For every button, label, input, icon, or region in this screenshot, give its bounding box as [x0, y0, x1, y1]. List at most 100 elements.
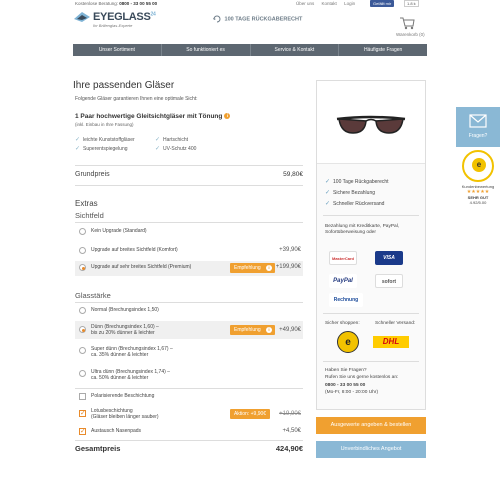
option-price: +49,90€: [279, 327, 301, 333]
logo-icon: [74, 12, 90, 22]
option-price: +199,90€: [275, 264, 301, 270]
checkbox[interactable]: [79, 393, 86, 400]
feature-item: ✓ Hartschicht: [155, 137, 189, 143]
paypal-logo: PayPal: [329, 274, 357, 288]
check-icon: ✓: [155, 146, 161, 152]
radio-button[interactable]: [79, 247, 86, 254]
logo-name: EYEGLASS24: [93, 11, 156, 23]
payment-text: Bezahlung mit Kreditkarte, PayPal, Sofor…: [325, 224, 400, 235]
visa-logo: VISA: [375, 251, 403, 265]
page-subtitle: Folgende Gläser garantieren Ihnen eine o…: [75, 96, 198, 102]
coating-option-lotus[interactable]: Lotusbeschichtung(Gläser bleiben länger …: [75, 405, 303, 423]
info-icon: i: [266, 327, 272, 333]
option-label: Normal (Brechungsindex 1,50): [91, 307, 159, 313]
contact-link[interactable]: Kontakt: [322, 1, 337, 6]
radio-button[interactable]: [79, 228, 86, 235]
recommendation-badge[interactable]: Empfehlung i: [230, 325, 275, 335]
glasses-icon: [336, 115, 406, 134]
top-links: Über uns Kontakt Login: [296, 1, 361, 6]
option-label: Polarisierende Beschichtung: [91, 393, 155, 399]
divider: [323, 313, 419, 314]
guarantee-badge: 100 TAGE RÜCKGABERECHT: [213, 15, 302, 23]
check-icon: ✓: [75, 146, 81, 152]
coating-option-polarized[interactable]: Polarisierende Beschichtung: [75, 390, 303, 404]
option-label: Upgrade auf breites Sichtfeld (Komfort): [91, 247, 178, 253]
mail-icon: [469, 114, 487, 128]
radio-button[interactable]: [79, 307, 86, 314]
logo-tagline: Ihr Brillenglas-Experte: [93, 23, 133, 28]
quote-button[interactable]: Unverbindliches Angebot: [316, 441, 426, 458]
check-icon: ✓: [325, 179, 331, 185]
logo-suffix: 24: [150, 11, 156, 18]
login-link[interactable]: Login: [344, 1, 355, 6]
facebook-like-button[interactable]: Gefällt mir: [370, 0, 395, 7]
option-label: Lotusbeschichtung (Gläser bleiben länger …: [91, 408, 159, 420]
checkbox[interactable]: [79, 409, 86, 417]
cart-label[interactable]: Warenkorb (0): [396, 32, 425, 37]
questions-widget-label: Fragen?: [468, 133, 488, 139]
old-price: +19,90€: [279, 411, 301, 417]
about-link[interactable]: Über uns: [296, 1, 314, 6]
divider: [323, 215, 419, 216]
divider: [75, 165, 303, 166]
divider: [75, 388, 303, 389]
divider: [75, 302, 303, 303]
mastercard-logo: MasterCard: [329, 251, 357, 265]
opening-hours: (Mo-Fr, 8:00 - 20:00 Uhr): [325, 390, 379, 395]
order-button[interactable]: Ausgewerte angeben & bestellen: [316, 417, 426, 434]
base-price-label: Grundpreis: [75, 171, 110, 178]
nav-item-how-it-works[interactable]: So funktioniert es: [162, 44, 251, 56]
recommendation-badge[interactable]: Empfehlung i: [230, 263, 275, 273]
option-nosepads[interactable]: Austausch Nasenpads +4,50€: [75, 425, 303, 439]
shipping-label: Schneller Versand:: [375, 321, 416, 326]
glass-option-duenn[interactable]: Dünn (Brechungsindex 1,60) – bis zu 20% d…: [75, 321, 303, 339]
sidebar-feature: ✓ Schneller Rückversand: [325, 201, 385, 207]
glass-option-ultraduenn[interactable]: Ultra dünn (Brechungsindex 1,74) – ca. 50…: [75, 366, 303, 382]
info-icon[interactable]: i: [224, 113, 231, 120]
radio-button[interactable]: [79, 347, 86, 354]
option-label: Super dünn (Brechungsindex 1,67) – ca. 35…: [91, 346, 173, 358]
cart-icon[interactable]: [399, 16, 415, 30]
sidebar-feature: ✓ 100 Tage Rückgaberecht: [325, 179, 389, 185]
rating-value: 4.92/5.00: [469, 200, 487, 205]
questions-text: Rufen Sie uns gerne kostenlos an:: [325, 375, 399, 380]
sichtfeld-option-premium[interactable]: Upgrade auf sehr breites Sichtfeld (Prem…: [75, 261, 303, 276]
base-price: 59,80€: [283, 171, 303, 178]
option-label: Ultra dünn (Brechungsindex 1,74) – ca. 50…: [91, 369, 170, 381]
guarantee-text: 100 TAGE RÜCKGABERECHT: [224, 16, 303, 23]
divider: [75, 440, 303, 441]
page-title: Ihre passenden Gläser: [73, 80, 175, 91]
secure-label: Sicher shoppen:: [325, 321, 360, 326]
nav-item-sortiment[interactable]: Unser Sortiment: [73, 44, 162, 56]
extras-heading: Extras: [75, 199, 98, 208]
check-icon: ✓: [325, 190, 331, 196]
main-nav: Unser Sortiment So funktioniert es Servi…: [73, 44, 427, 56]
sichtfeld-option-standard[interactable]: Kein Upgrade (Standard): [75, 225, 303, 239]
trusted-shops-icon: e: [472, 158, 486, 172]
glass-option-normal[interactable]: Normal (Brechungsindex 1,50): [75, 304, 303, 318]
rating-box[interactable]: Kundenbewertung ★★★★★ SEHR GUT 4.92/5.00: [456, 184, 500, 205]
radio-button[interactable]: [79, 326, 86, 333]
info-icon: i: [266, 265, 272, 271]
radio-button[interactable]: [79, 264, 86, 271]
radio-button[interactable]: [79, 370, 86, 377]
option-label: Upgrade auf sehr breites Sichtfeld (Prem…: [91, 264, 192, 270]
dhl-logo: DHL: [373, 336, 409, 348]
divider: [75, 185, 303, 186]
option-price: +4,50€: [282, 428, 301, 434]
like-count: 1.8 k: [404, 0, 419, 7]
check-icon: ✓: [325, 201, 331, 207]
checkbox[interactable]: [79, 427, 86, 435]
divider: [75, 222, 303, 223]
nav-item-service[interactable]: Service & Kontakt: [251, 44, 340, 56]
sichtfeld-option-komfort[interactable]: Upgrade auf breites Sichtfeld (Komfort) …: [75, 244, 303, 258]
trusted-shops-seal: e: [337, 331, 359, 353]
product-image: [317, 81, 425, 164]
glass-option-superduenn[interactable]: Super dünn (Brechungsindex 1,67) – ca. 35…: [75, 343, 303, 359]
option-label: Austausch Nasenpads: [91, 428, 142, 434]
trusted-shops-badge[interactable]: e: [462, 150, 494, 182]
nav-item-faq[interactable]: Häufigste Fragen: [339, 44, 427, 56]
sidebar-phone[interactable]: 0800 - 33 00 55 00: [325, 383, 421, 389]
questions-widget[interactable]: Fragen?: [456, 107, 500, 147]
sofort-logo: sofort: [375, 274, 403, 288]
